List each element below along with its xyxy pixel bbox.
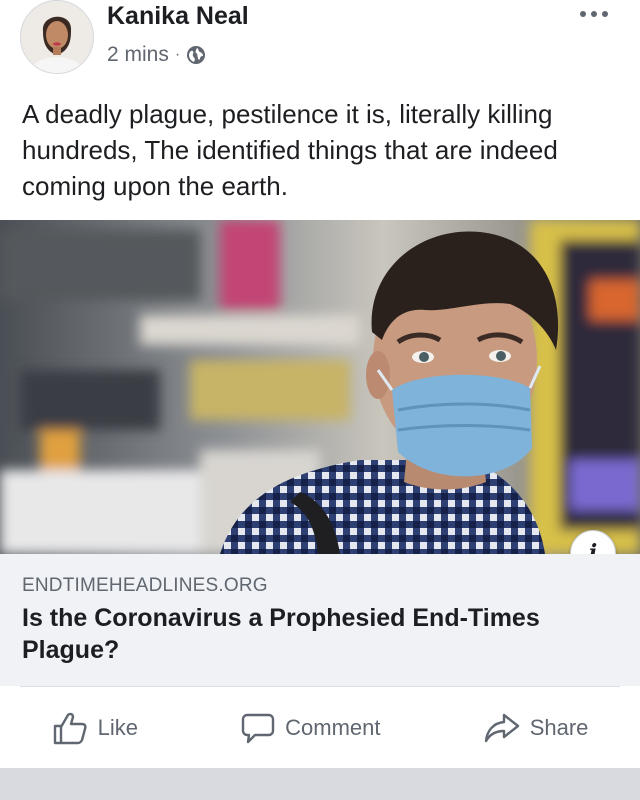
author-avatar[interactable] — [20, 0, 94, 74]
more-options-icon[interactable] — [580, 6, 608, 22]
more-dot — [580, 11, 586, 17]
comment-label: Comment — [285, 715, 381, 740]
meta-separator: · — [174, 46, 181, 63]
post-text: A deadly plague, pestilence it is, liter… — [22, 99, 558, 201]
link-preview-image[interactable] — [0, 220, 640, 554]
share-button[interactable]: Share — [484, 712, 589, 744]
more-dot — [591, 11, 597, 17]
more-dot — [602, 11, 608, 17]
post-header: Kanika Neal 2 mins · — [0, 0, 640, 85]
share-icon — [484, 713, 519, 743]
comment-button[interactable]: Comment — [241, 711, 381, 745]
share-label: Share — [529, 715, 589, 740]
feed-separator — [0, 768, 640, 800]
action-bar: Like Comment Share — [0, 694, 640, 762]
author-name[interactable]: Kanika Neal — [107, 2, 249, 31]
like-button[interactable]: Like — [52, 711, 138, 745]
link-title[interactable]: Is the Coronavirus a Prophesied End-Time… — [22, 602, 612, 666]
globe-icon — [187, 46, 206, 64]
action-divider — [20, 686, 620, 687]
profile-photo — [21, 1, 93, 73]
feed-post: Kanika Neal 2 mins · A deadly plague, pe… — [0, 0, 640, 800]
post-meta: 2 mins · — [107, 41, 206, 69]
post-time[interactable]: 2 mins — [107, 43, 169, 67]
comment-icon — [241, 713, 275, 744]
link-domain: ENDTIMEHEADLINES.ORG — [22, 575, 268, 596]
masked-man-photo — [0, 220, 640, 554]
like-label: Like — [97, 715, 138, 740]
link-preview-caption[interactable]: ENDTIMEHEADLINES.ORG Is the Coronavirus … — [0, 554, 640, 686]
thumbs-up-icon — [53, 712, 87, 745]
